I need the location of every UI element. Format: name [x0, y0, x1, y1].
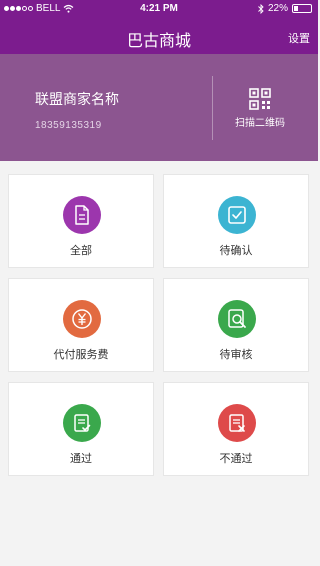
tile-rejected[interactable]: 不通过: [163, 382, 309, 476]
qr-code-icon: [249, 88, 271, 110]
tile-pay-service-fee[interactable]: 代付服务费: [8, 278, 154, 372]
tile-pending-confirm[interactable]: 待确认: [163, 174, 309, 268]
status-bar-right: 22%: [258, 3, 312, 14]
tile-label: 通过: [70, 453, 92, 465]
scan-qr-button[interactable]: 扫描二维码: [225, 88, 295, 129]
document-icon: [75, 205, 89, 225]
tile-icon-circle: [218, 404, 256, 442]
tile-pending-review[interactable]: 待审核: [163, 278, 309, 372]
doc-x-icon: [229, 414, 245, 432]
merchant-name: 联盟商家名称: [35, 91, 119, 107]
status-bar: BELL 4:21 PM 22%: [0, 0, 318, 18]
tile-approved[interactable]: 通过: [8, 382, 154, 476]
page-title: 巴古商城: [126, 33, 191, 50]
battery-percent: 22%: [267, 3, 288, 14]
tile-all[interactable]: 全部: [8, 174, 154, 268]
yen-icon: [72, 309, 92, 329]
tile-label: 不通过: [219, 453, 253, 465]
tile-icon-circle: [218, 300, 256, 338]
tile-icon-circle: [63, 300, 101, 338]
navigation-bar: 巴古商城 设置: [0, 18, 318, 54]
doc-check-icon: [74, 414, 91, 432]
tile-label: 代付服务费: [53, 349, 109, 361]
header-divider: [212, 76, 213, 140]
bluetooth-icon: [258, 3, 264, 14]
merchant-header: 联盟商家名称 18359135319 扫描二维码: [0, 54, 318, 161]
tile-icon-circle: [63, 196, 101, 234]
magnifier-doc-icon: [228, 309, 246, 328]
merchant-phone: 18359135319: [35, 120, 102, 131]
tile-label: 全部: [70, 245, 92, 257]
scan-qr-label: 扫描二维码: [235, 118, 285, 129]
check-box-icon: [228, 206, 246, 224]
settings-button[interactable]: 设置: [288, 30, 310, 46]
tile-label: 待确认: [219, 245, 253, 257]
battery-icon: [292, 4, 312, 13]
tile-icon-circle: [63, 404, 101, 442]
tile-label: 待审核: [219, 349, 253, 361]
tile-icon-circle: [218, 196, 256, 234]
